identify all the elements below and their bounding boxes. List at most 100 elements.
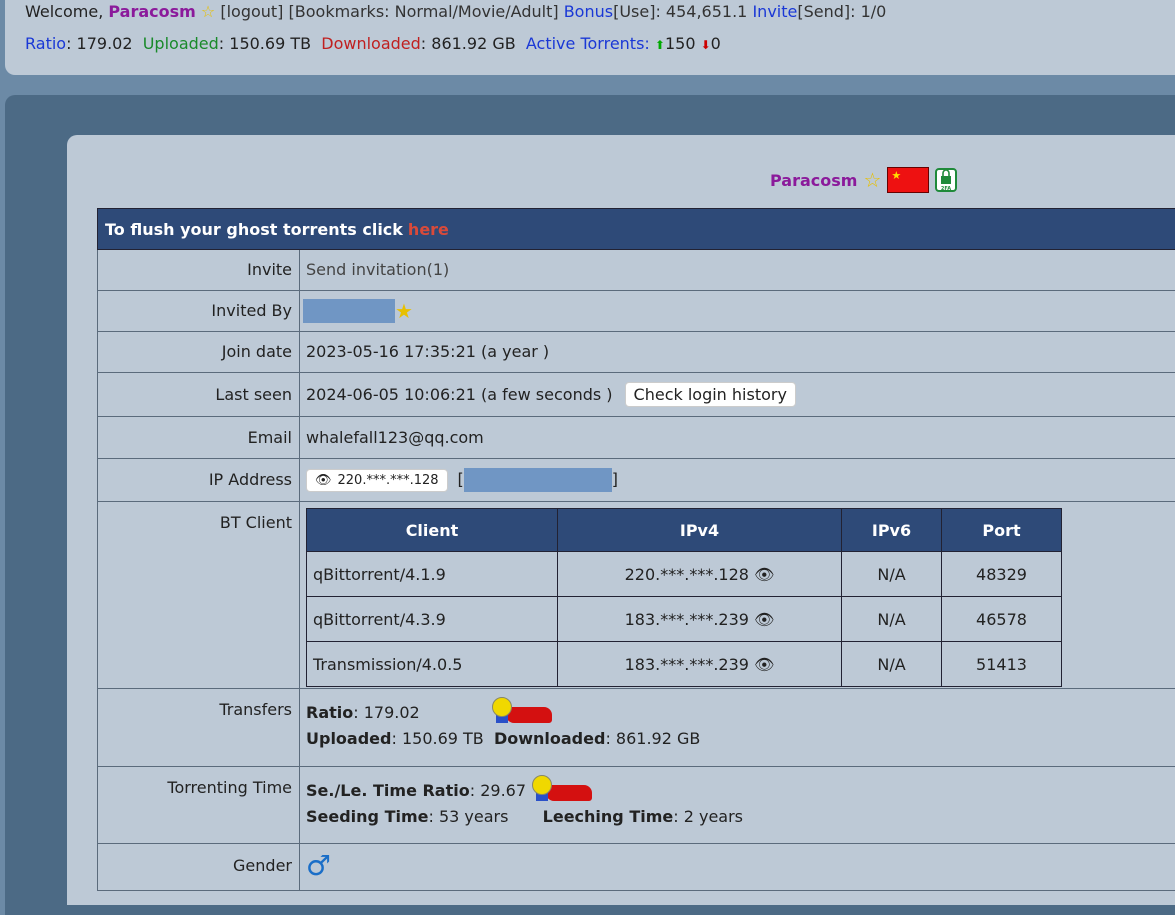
row-label: Invited By (98, 291, 300, 331)
redacted-location (463, 468, 612, 492)
stats-line: Ratio: 179.02 Uploaded: 150.69 TB Downlo… (25, 34, 721, 53)
reveal-ip-button[interactable]: 👁 220.***.***.128 (306, 468, 448, 492)
bookmarks-label: [Bookmarks: (288, 2, 390, 21)
ratio-value: : 179.02 (66, 34, 133, 53)
table-row: Transmission/4.0.5 183.***.***.239 👁 N/A… (306, 641, 1062, 687)
row-ip-address: IP Address 👁 220.***.***.128 [] (97, 459, 1175, 502)
star-icon: ★ (395, 299, 413, 323)
ipv4-cell: 183.***.***.239 (624, 654, 749, 674)
logout-link[interactable]: [logout] (220, 2, 283, 21)
bookmarks-links[interactable]: Normal/Movie/Adult] (395, 2, 559, 21)
row-invited-by: Invited By ★ (97, 291, 1175, 332)
ratio-label: Ratio (25, 34, 67, 53)
client-cell: Transmission/4.0.5 (306, 641, 558, 687)
client-cell: qBittorrent/4.3.9 (306, 596, 558, 642)
row-bt-client: BT Client Client IPv4 IPv6 Port qBittorr… (97, 502, 1175, 689)
row-label: Torrenting Time (98, 767, 300, 843)
welcome-line: Welcome, Paracosm ☆ [logout] [Bookmarks:… (25, 2, 886, 21)
col-ipv4: IPv4 (557, 508, 842, 552)
transfer-ratio-label: Ratio (306, 702, 354, 722)
transfer-downloaded-label: Downloaded (493, 729, 606, 748)
check-login-history-button[interactable]: Check login history (624, 382, 796, 407)
row-label: Invite (98, 250, 300, 290)
profile-username[interactable]: Paracosm (770, 171, 857, 190)
badge-2fa-label: 2FA (941, 186, 951, 192)
leeching-time-value: : 2 years (673, 807, 744, 826)
star-icon: ☆ (200, 2, 216, 21)
username-link[interactable]: Paracosm (108, 2, 195, 21)
active-down-count: 0 (710, 34, 721, 53)
ratio-rank-icon (491, 697, 554, 727)
row-email: Email whalefall123@qq.com (97, 417, 1175, 459)
eye-icon[interactable]: 👁 (754, 610, 774, 629)
arrow-up-icon: ⬆ (654, 38, 665, 52)
bracket-close: ] (611, 469, 619, 489)
lock-2fa-icon: 2FA (935, 168, 958, 192)
row-label: Last seen (98, 373, 300, 416)
time-ratio-label: Se./Le. Time Ratio (306, 780, 470, 800)
time-ratio-rank-icon (532, 775, 594, 805)
top-status-bar: Welcome, Paracosm ☆ [logout] [Bookmarks:… (5, 0, 1175, 75)
bonus-value[interactable]: [Use]: 454,651.1 (613, 2, 747, 21)
uploaded-label: Uploaded (142, 34, 219, 53)
row-last-seen: Last seen 2024-06-05 10:06:21 (a few sec… (97, 373, 1175, 417)
ghost-banner: To flush your ghost torrents click here (97, 208, 1175, 250)
transfer-ratio-value: : 179.02 (353, 702, 420, 722)
row-label: Email (98, 417, 300, 458)
row-label: Gender (98, 844, 300, 890)
profile-table: To flush your ghost torrents click here … (97, 208, 1175, 891)
col-client: Client (306, 508, 558, 552)
ipv4-cell: 220.***.***.128 (624, 564, 749, 584)
port-cell: 51413 (941, 641, 1062, 687)
seeding-time-value: : 53 years (428, 807, 509, 826)
welcome-text: Welcome, (25, 2, 109, 21)
ip-value: 220.***.***.128 (337, 472, 439, 488)
redacted-inviter[interactable] (303, 299, 395, 323)
active-torrents-label: Active Torrents: (525, 34, 650, 53)
active-up-count: 150 (664, 34, 696, 53)
invite-link[interactable]: Invite (752, 2, 797, 21)
transfer-downloaded-value: : 861.92 GB (605, 729, 701, 748)
eye-icon[interactable]: 👁 (754, 655, 774, 674)
bt-client-table: Client IPv4 IPv6 Port qBittorrent/4.1.9 … (306, 508, 1062, 687)
ipv6-cell: N/A (841, 641, 942, 687)
join-date-value: 2023-05-16 17:35:21 (a year ) (306, 342, 550, 361)
col-port: Port (941, 508, 1062, 552)
row-gender: Gender ♂ (97, 844, 1175, 891)
row-label: Join date (98, 332, 300, 372)
port-cell: 46578 (941, 596, 1062, 642)
table-row: qBittorrent/4.3.9 183.***.***.239 👁 N/A … (306, 596, 1062, 642)
invite-value[interactable]: [Send]: 1/0 (797, 2, 886, 21)
transfer-uploaded-label: Uploaded (306, 729, 392, 748)
row-invite: Invite Send invitation(1) (97, 250, 1175, 291)
client-cell: qBittorrent/4.1.9 (306, 551, 558, 597)
ipv4-cell: 183.***.***.239 (624, 609, 749, 629)
ipv6-cell: N/A (841, 551, 942, 597)
transfer-uploaded-value: : 150.69 TB (391, 729, 484, 748)
row-join-date: Join date 2023-05-16 17:35:21 (a year ) (97, 332, 1175, 373)
eye-icon: 👁 (315, 472, 332, 488)
row-label: Transfers (98, 689, 300, 766)
email-value: whalefall123@qq.com (306, 428, 484, 447)
bonus-link[interactable]: Bonus (564, 2, 613, 21)
uploaded-value: : 150.69 TB (218, 34, 312, 53)
last-seen-value: 2024-06-05 10:06:21 (a few seconds ) (306, 385, 613, 404)
row-label: BT Client (98, 502, 300, 688)
flush-here-link[interactable]: here (408, 220, 449, 239)
eye-icon[interactable]: 👁 (754, 565, 774, 584)
china-flag-icon: ★ (887, 167, 930, 193)
table-row: qBittorrent/4.1.9 220.***.***.128 👁 N/A … (306, 551, 1062, 597)
male-icon: ♂ (306, 849, 332, 882)
send-invitation-link[interactable]: Send invitation(1) (300, 250, 1175, 290)
time-ratio-value: : 29.67 (469, 780, 527, 800)
downloaded-value: : 861.92 GB (420, 34, 516, 53)
downloaded-label: Downloaded (321, 34, 421, 53)
star-icon: ☆ (863, 168, 882, 192)
port-cell: 48329 (941, 551, 1062, 597)
profile-user-line: Paracosm ☆ ★ 2FA (770, 167, 958, 193)
arrow-down-icon: ⬇ (700, 38, 711, 52)
seeding-time-label: Seeding Time (306, 807, 429, 826)
ipv6-cell: N/A (841, 596, 942, 642)
leeching-time-label: Leeching Time (542, 807, 674, 826)
ghost-banner-text: To flush your ghost torrents click (105, 219, 403, 239)
